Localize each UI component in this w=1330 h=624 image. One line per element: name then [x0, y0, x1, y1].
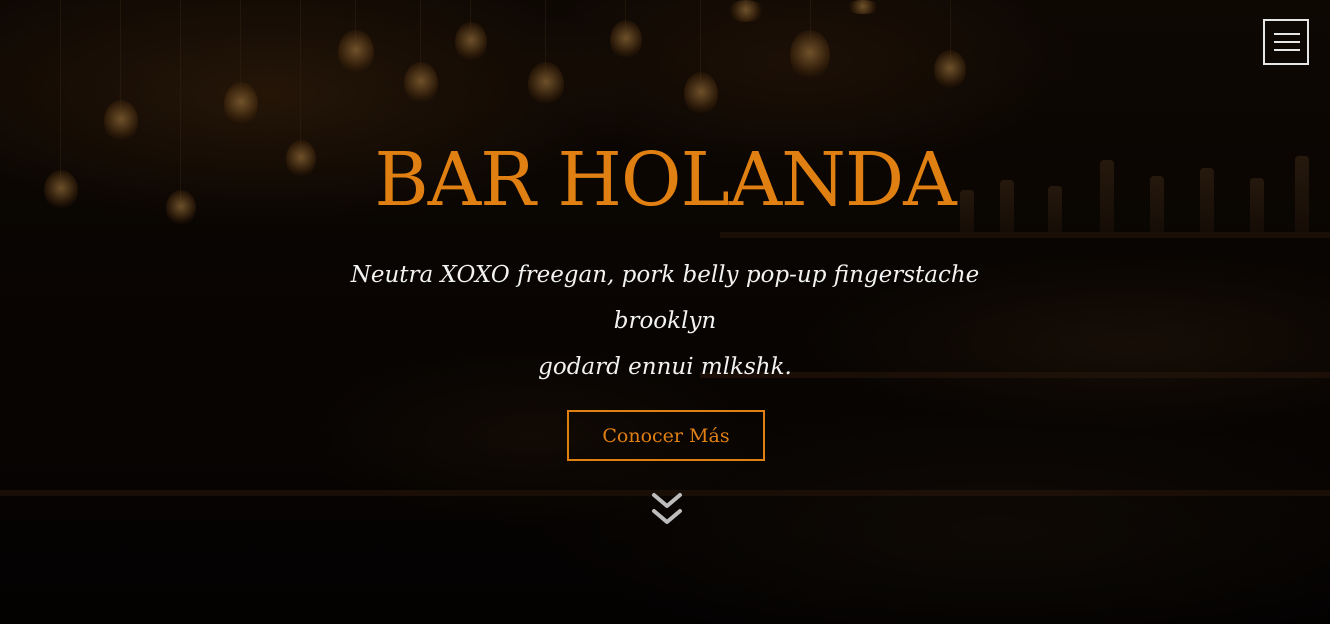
menu-button[interactable] — [1263, 19, 1309, 65]
hero-subtitle: Neutra XOXO freegan, pork belly pop-up f… — [300, 252, 1030, 390]
page-title: BAR HOLANDA — [374, 137, 956, 223]
hero-subtitle-line2: godard ennui mlkshk. — [538, 354, 792, 380]
learn-more-button[interactable]: Conocer Más — [567, 410, 765, 461]
learn-more-button-label: Conocer Más — [602, 424, 730, 447]
scroll-down-button[interactable] — [649, 491, 685, 531]
double-chevron-down-icon — [652, 493, 682, 524]
hero-section: BAR HOLANDA Neutra XOXO freegan, pork be… — [0, 0, 1330, 624]
hero-subtitle-line1: Neutra XOXO freegan, pork belly pop-up f… — [350, 262, 980, 334]
